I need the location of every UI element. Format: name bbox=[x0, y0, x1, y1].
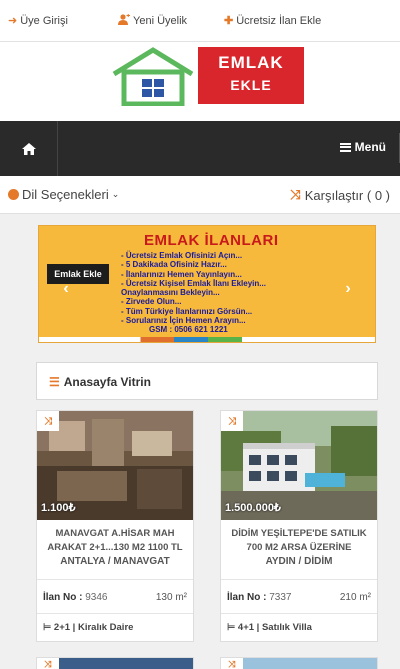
chevron-right-icon[interactable]: › bbox=[341, 281, 355, 297]
listing-area: 210 m² bbox=[339, 592, 371, 603]
logo-line1: EMLAK bbox=[218, 53, 284, 72]
listing-title-line: DİDİM YEŞİLTEPE'DE SATILIK bbox=[231, 528, 367, 539]
plus-icon: ✚ bbox=[224, 15, 234, 27]
banner-line: - Ücretsiz Emlak Ofisinizi Açın... bbox=[121, 251, 243, 260]
logo-area: EMLAK EKLE bbox=[0, 42, 400, 121]
banner-list: - Ücretsiz Emlak Ofisinizi Açın... - 5 D… bbox=[121, 251, 266, 335]
bed-icon: ⊨ bbox=[227, 622, 236, 633]
home-icon bbox=[21, 142, 36, 155]
sign-in-icon: ➜ bbox=[8, 15, 18, 27]
listing-location: ANTALYA / MANAVGAT bbox=[60, 556, 170, 567]
listing-number: İlan No : 9346 bbox=[43, 592, 107, 603]
chevron-down-icon: ⌄ bbox=[111, 189, 120, 199]
menu-label: Menü bbox=[354, 140, 386, 154]
listing-title[interactable]: DİDİM YEŞİLTEPE'DE SATILIK 700 M2 ARSA Ü… bbox=[221, 527, 377, 555]
listing-title-line: ARAKAT 2+1...130 M2 1100 TL bbox=[47, 542, 183, 553]
listing-type: 2+1 | Kiralık Daire bbox=[53, 622, 134, 633]
login-link[interactable]: ➜ Üye Girişi bbox=[8, 14, 68, 28]
logo-text-box: EMLAK EKLE bbox=[198, 47, 304, 104]
language-label: Dil Seçenekleri bbox=[22, 187, 109, 202]
site-logo[interactable]: EMLAK EKLE bbox=[110, 46, 306, 108]
listing-title-line: 700 M2 ARSA ÜZERİNE bbox=[246, 542, 352, 553]
banner-label: Emlak Ekle bbox=[47, 264, 109, 284]
listing-card-partial[interactable]: ⤨ bbox=[220, 657, 378, 669]
home-button[interactable] bbox=[0, 121, 58, 176]
menu-button[interactable]: Menü bbox=[339, 140, 386, 154]
compare-toggle[interactable]: ⤨ bbox=[221, 411, 243, 431]
login-label: Üye Girişi bbox=[20, 14, 68, 27]
listing-photo-partial bbox=[59, 658, 193, 669]
listing-card[interactable]: ⤨ 1.500.000₺ DİDİM YEŞİLTEPE'DE SATILIK … bbox=[220, 410, 378, 642]
compare-link[interactable]: ⤨ Karşılaştır ( 0 ) bbox=[290, 187, 390, 203]
banner-line: - Ücretsiz Kişisel Emlak İlanı Ekleyin..… bbox=[121, 278, 266, 288]
banner-title: EMLAK İLANLARI bbox=[144, 232, 279, 249]
promo-banner[interactable]: EMLAK İLANLARI - Ücretsiz Emlak Ofisiniz… bbox=[38, 225, 376, 343]
user-plus-icon bbox=[118, 14, 130, 28]
listing-type: 4+1 | Satılık Villa bbox=[237, 622, 312, 633]
bars-icon bbox=[339, 142, 351, 152]
listing-number-label: İlan No : bbox=[43, 592, 83, 603]
listing-photo[interactable]: ⤨ 1.100₺ bbox=[37, 411, 193, 520]
listing-price: 1.100₺ bbox=[41, 502, 76, 514]
banner-line: - Zirvede Olun... bbox=[121, 297, 182, 307]
random-icon: ⤨ bbox=[290, 187, 301, 202]
banner-line: - İlanlarınızı Hemen Yayınlayın... bbox=[121, 269, 242, 279]
compare-toggle[interactable]: ⤨ bbox=[221, 658, 243, 669]
listing-number-value: 7337 bbox=[269, 592, 292, 603]
banner-line: - Sorularınız İçin Hemen Arayın... bbox=[121, 316, 246, 326]
compare-toggle[interactable]: ⤨ bbox=[37, 658, 59, 669]
listing-photo[interactable]: ⤨ 1.500.000₺ bbox=[221, 411, 377, 520]
listing-title[interactable]: MANAVGAT A.HİSAR MAH ARAKAT 2+1...130 M2… bbox=[37, 527, 193, 555]
globe-icon bbox=[8, 189, 19, 200]
register-label: Yeni Üyelik bbox=[133, 15, 188, 27]
showcase-header: ☰ Anasayfa Vitrin bbox=[36, 362, 378, 400]
banner-line: - Tüm Türkiye İlanlarınızı Görsün... bbox=[121, 306, 253, 316]
compare-toggle[interactable]: ⤨ bbox=[37, 411, 59, 431]
listing-card-partial[interactable]: ⤨ bbox=[36, 657, 194, 669]
chevron-left-icon[interactable]: ‹ bbox=[59, 281, 73, 297]
showcase-title: Anasayfa Vitrin bbox=[63, 375, 151, 389]
banner-line: Onaylanmasını Bekleyin... bbox=[121, 288, 220, 298]
add-listing-label: Ücretsiz İlan Ekle bbox=[236, 14, 322, 27]
listing-type-row: ⊨ 4+1 | Satılık Villa bbox=[221, 613, 377, 641]
listing-title-line: MANAVGAT A.HİSAR MAH bbox=[55, 528, 175, 539]
listing-type-row: ⊨ 2+1 | Kiralık Daire bbox=[37, 613, 193, 641]
listing-number-value: 9346 bbox=[85, 592, 108, 603]
listing-number-label: İlan No : bbox=[227, 592, 267, 603]
listing-card[interactable]: ⤨ 1.100₺ MANAVGAT A.HİSAR MAH ARAKAT 2+1… bbox=[36, 410, 194, 642]
top-bar: ➜ Üye Girişi Yeni Üyelik ✚ Ücretsiz İlan… bbox=[0, 0, 400, 42]
add-listing-link[interactable]: ✚ Ücretsiz İlan Ekle bbox=[224, 14, 322, 28]
listing-photo-partial bbox=[243, 658, 377, 669]
compare-label: Karşılaştır ( 0 ) bbox=[304, 187, 390, 203]
banner-line: GSM : 0506 621 1221 bbox=[149, 325, 228, 335]
register-link[interactable]: Yeni Üyelik bbox=[118, 14, 187, 28]
nav-bar: Menü bbox=[0, 121, 400, 176]
banner-line: - 5 Dakikada Ofisiniz Hazır... bbox=[121, 260, 227, 270]
options-row: Dil Seçenekleri ⌄ ⤨ Karşılaştır ( 0 ) bbox=[0, 176, 400, 214]
banner-bar bbox=[39, 337, 375, 342]
house-logo-icon bbox=[112, 47, 194, 106]
list-icon: ☰ bbox=[49, 375, 60, 389]
logo-line2: EKLE bbox=[230, 77, 272, 93]
listing-number: İlan No : 7337 bbox=[227, 592, 291, 603]
listing-location: AYDIN / DİDİM bbox=[265, 556, 333, 567]
listing-info-row: İlan No : 9346 130 m² bbox=[37, 579, 193, 613]
listing-area: 130 m² bbox=[155, 592, 187, 603]
listing-info-row: İlan No : 7337 210 m² bbox=[221, 579, 377, 613]
listing-price: 1.500.000₺ bbox=[225, 502, 281, 514]
language-dropdown[interactable]: Dil Seçenekleri ⌄ bbox=[8, 187, 119, 202]
bed-icon: ⊨ bbox=[43, 622, 52, 633]
